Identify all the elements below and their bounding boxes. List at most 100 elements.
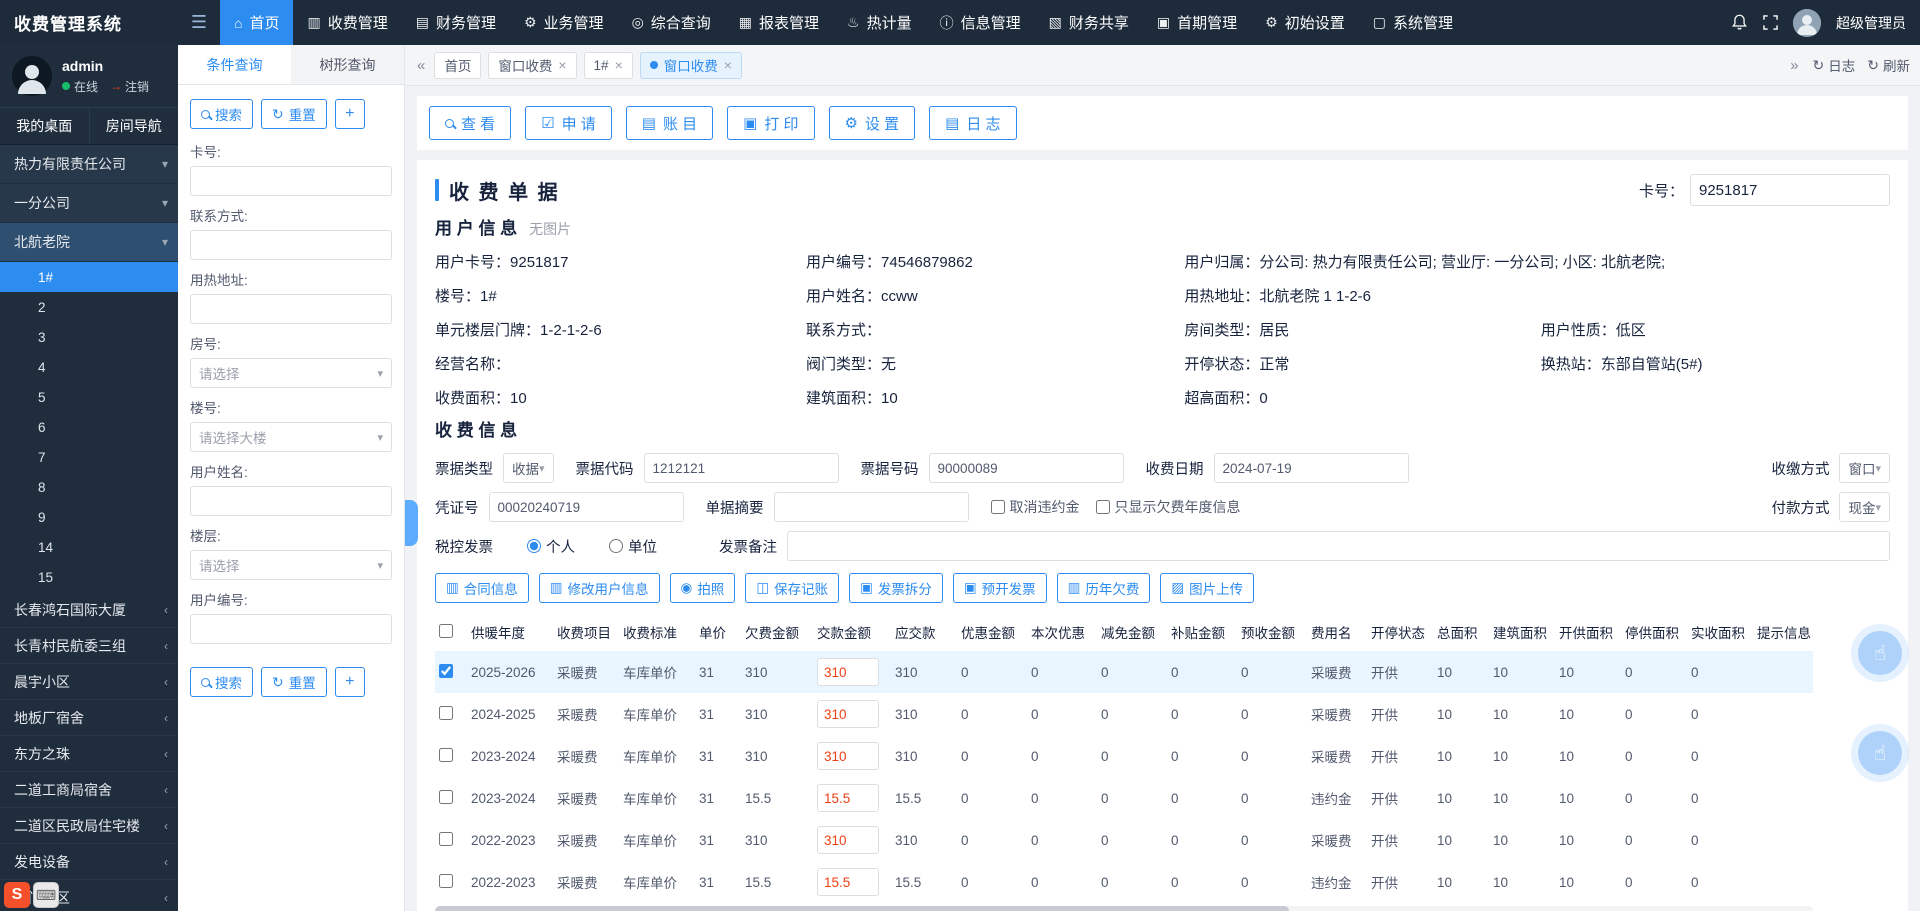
- tab-window-fee-2[interactable]: 窗口收费×: [640, 52, 742, 79]
- ticket-code-input[interactable]: [644, 453, 839, 483]
- nav-item-report-management[interactable]: ▦报表管理: [725, 0, 833, 45]
- row-checkbox[interactable]: [439, 832, 453, 846]
- sidebar-tab-room-nav[interactable]: 房间导航: [89, 108, 179, 144]
- tree-item[interactable]: 15: [0, 562, 178, 592]
- payment-amount-input[interactable]: [817, 826, 879, 854]
- building-no-select[interactable]: 请选择大楼▾: [190, 422, 392, 452]
- user-role[interactable]: 超级管理员: [1836, 13, 1906, 33]
- nav-item-system-management[interactable]: ▢系统管理: [1359, 0, 1467, 45]
- ticket-no-input[interactable]: [929, 453, 1124, 483]
- tab-1#[interactable]: 1#×: [584, 52, 633, 79]
- reset-button[interactable]: ↻重置: [261, 99, 327, 129]
- tree-item[interactable]: 晨宇小区‹: [0, 664, 178, 700]
- table-row[interactable]: 2024-2025采暖费车库单价3131031000000采暖费开供101010…: [435, 693, 1813, 735]
- add-button-bottom[interactable]: +: [335, 667, 365, 697]
- payment-amount-input[interactable]: [817, 658, 879, 686]
- refresh-button[interactable]: ↻刷新: [1867, 55, 1910, 75]
- nav-item-heat-metering[interactable]: ♨热计量: [833, 0, 926, 45]
- pay-method-select[interactable]: 现金▾: [1839, 492, 1890, 522]
- close-icon[interactable]: ×: [615, 58, 623, 72]
- reset-button-bottom[interactable]: ↻重置: [261, 667, 327, 697]
- tree-item[interactable]: 热力有限责任公司▾: [0, 145, 178, 183]
- search-button[interactable]: 搜索: [190, 99, 253, 129]
- tab-window-fee-1[interactable]: 窗口收费×: [488, 52, 576, 79]
- heating-address-input[interactable]: [190, 294, 392, 324]
- log-button[interactable]: ▤日 志: [929, 106, 1016, 140]
- row-checkbox[interactable]: [439, 748, 453, 762]
- tab-condition-query[interactable]: 条件查询: [178, 45, 291, 84]
- close-icon[interactable]: ×: [724, 58, 732, 72]
- tree-item[interactable]: 7: [0, 442, 178, 472]
- card-no-input[interactable]: [190, 166, 392, 196]
- tree-item[interactable]: 5: [0, 382, 178, 412]
- floor-select[interactable]: 请选择▾: [190, 550, 392, 580]
- horizontal-scrollbar[interactable]: [435, 906, 1813, 911]
- nav-item-initial-settings[interactable]: ⚙初始设置: [1251, 0, 1359, 45]
- floating-hand-button-1[interactable]: ☝: [1858, 631, 1902, 675]
- nav-item-finance-sharing[interactable]: ▧财务共享: [1035, 0, 1143, 45]
- summary-input[interactable]: [774, 492, 969, 522]
- contact-input[interactable]: [190, 230, 392, 260]
- table-row[interactable]: 2022-2023采暖费车库单价3115.515.500000违约金开供1010…: [435, 861, 1813, 903]
- tree-item[interactable]: 发电设备‹: [0, 844, 178, 880]
- tree-item[interactable]: 一分公司▾: [0, 184, 178, 222]
- historical-arrears-button[interactable]: ▥历年欠费: [1057, 573, 1151, 603]
- payment-amount-input[interactable]: [817, 700, 879, 728]
- cancel-penalty-checkbox[interactable]: 取消违约金: [991, 497, 1080, 517]
- nav-item-business-management[interactable]: ⚙业务管理: [510, 0, 618, 45]
- tabs-scroll-left-icon[interactable]: «: [415, 57, 427, 74]
- input-method-indicator[interactable]: S ⌨: [4, 882, 59, 908]
- row-checkbox[interactable]: [439, 874, 453, 888]
- logout-button[interactable]: → 注销: [110, 78, 149, 95]
- tree-item[interactable]: 8: [0, 472, 178, 502]
- contract-info-button[interactable]: ▥合同信息: [435, 573, 529, 603]
- table-row[interactable]: 2025-2026采暖费车库单价3131031000000采暖费开供101010…: [435, 651, 1813, 693]
- tab-home[interactable]: 首页: [434, 52, 481, 79]
- tree-item[interactable]: 6: [0, 412, 178, 442]
- apply-button[interactable]: ☑申 请: [525, 106, 612, 140]
- tree-item[interactable]: 北航老院▾: [0, 223, 178, 261]
- image-upload-button[interactable]: ▨图片上传: [1160, 573, 1254, 603]
- log-button[interactable]: ↻日志: [1813, 55, 1856, 75]
- tabs-scroll-right-icon[interactable]: »: [1788, 57, 1800, 74]
- only-arrears-checkbox[interactable]: 只显示欠费年度信息: [1096, 497, 1241, 517]
- tree-item[interactable]: 1#: [0, 262, 178, 292]
- search-button-bottom[interactable]: 搜索: [190, 667, 253, 697]
- payment-amount-input[interactable]: [817, 868, 879, 896]
- tree-item[interactable]: 长春鸿石国际大厦‹: [0, 592, 178, 628]
- voucher-no-input[interactable]: [489, 492, 684, 522]
- fee-date-input[interactable]: [1214, 453, 1409, 483]
- menu-toggle-icon[interactable]: ☰: [178, 12, 220, 33]
- settings-button[interactable]: ⚙设 置: [829, 106, 916, 140]
- radio-company[interactable]: 单位: [609, 536, 657, 557]
- ticket-type-select[interactable]: 收据▾: [503, 453, 554, 483]
- row-checkbox[interactable]: [439, 664, 453, 678]
- tree-item[interactable]: 二道工商局宿舍‹: [0, 772, 178, 808]
- tree-item[interactable]: 长青村民航委三组‹: [0, 628, 178, 664]
- collapse-handle[interactable]: [405, 500, 418, 546]
- view-button[interactable]: 查 看: [429, 106, 511, 140]
- row-checkbox[interactable]: [439, 790, 453, 804]
- cancel-penalty-box[interactable]: [991, 500, 1005, 514]
- sidebar-tab-desktop[interactable]: 我的桌面: [0, 108, 89, 144]
- save-posting-button[interactable]: ◫保存记账: [745, 573, 839, 603]
- close-icon[interactable]: ×: [558, 58, 566, 72]
- bell-icon[interactable]: [1731, 14, 1748, 31]
- tree-item[interactable]: 东方之珠‹: [0, 736, 178, 772]
- payment-amount-input[interactable]: [817, 742, 879, 770]
- only-arrears-box[interactable]: [1096, 500, 1110, 514]
- card-no-input[interactable]: [1690, 174, 1890, 206]
- personal-radio[interactable]: [527, 539, 541, 553]
- tree-item[interactable]: 二道区民政局住宅楼‹: [0, 808, 178, 844]
- ledger-button[interactable]: ▤账 目: [626, 106, 713, 140]
- tree-item[interactable]: 2: [0, 292, 178, 322]
- nav-item-info-management[interactable]: ⓘ信息管理: [926, 0, 1035, 45]
- user-id-input[interactable]: [190, 614, 392, 644]
- tree-item[interactable]: 地板厂宿舍‹: [0, 700, 178, 736]
- table-row[interactable]: 2023-2024采暖费车库单价3131031000000采暖费开供101010…: [435, 735, 1813, 777]
- nav-item-finance-management[interactable]: ▤财务管理: [402, 0, 510, 45]
- select-all-checkbox[interactable]: [439, 624, 453, 638]
- tab-tree-query[interactable]: 树形查询: [291, 45, 404, 84]
- edit-user-info-button[interactable]: ▥修改用户信息: [539, 573, 660, 603]
- room-no-select[interactable]: 请选择▾: [190, 358, 392, 388]
